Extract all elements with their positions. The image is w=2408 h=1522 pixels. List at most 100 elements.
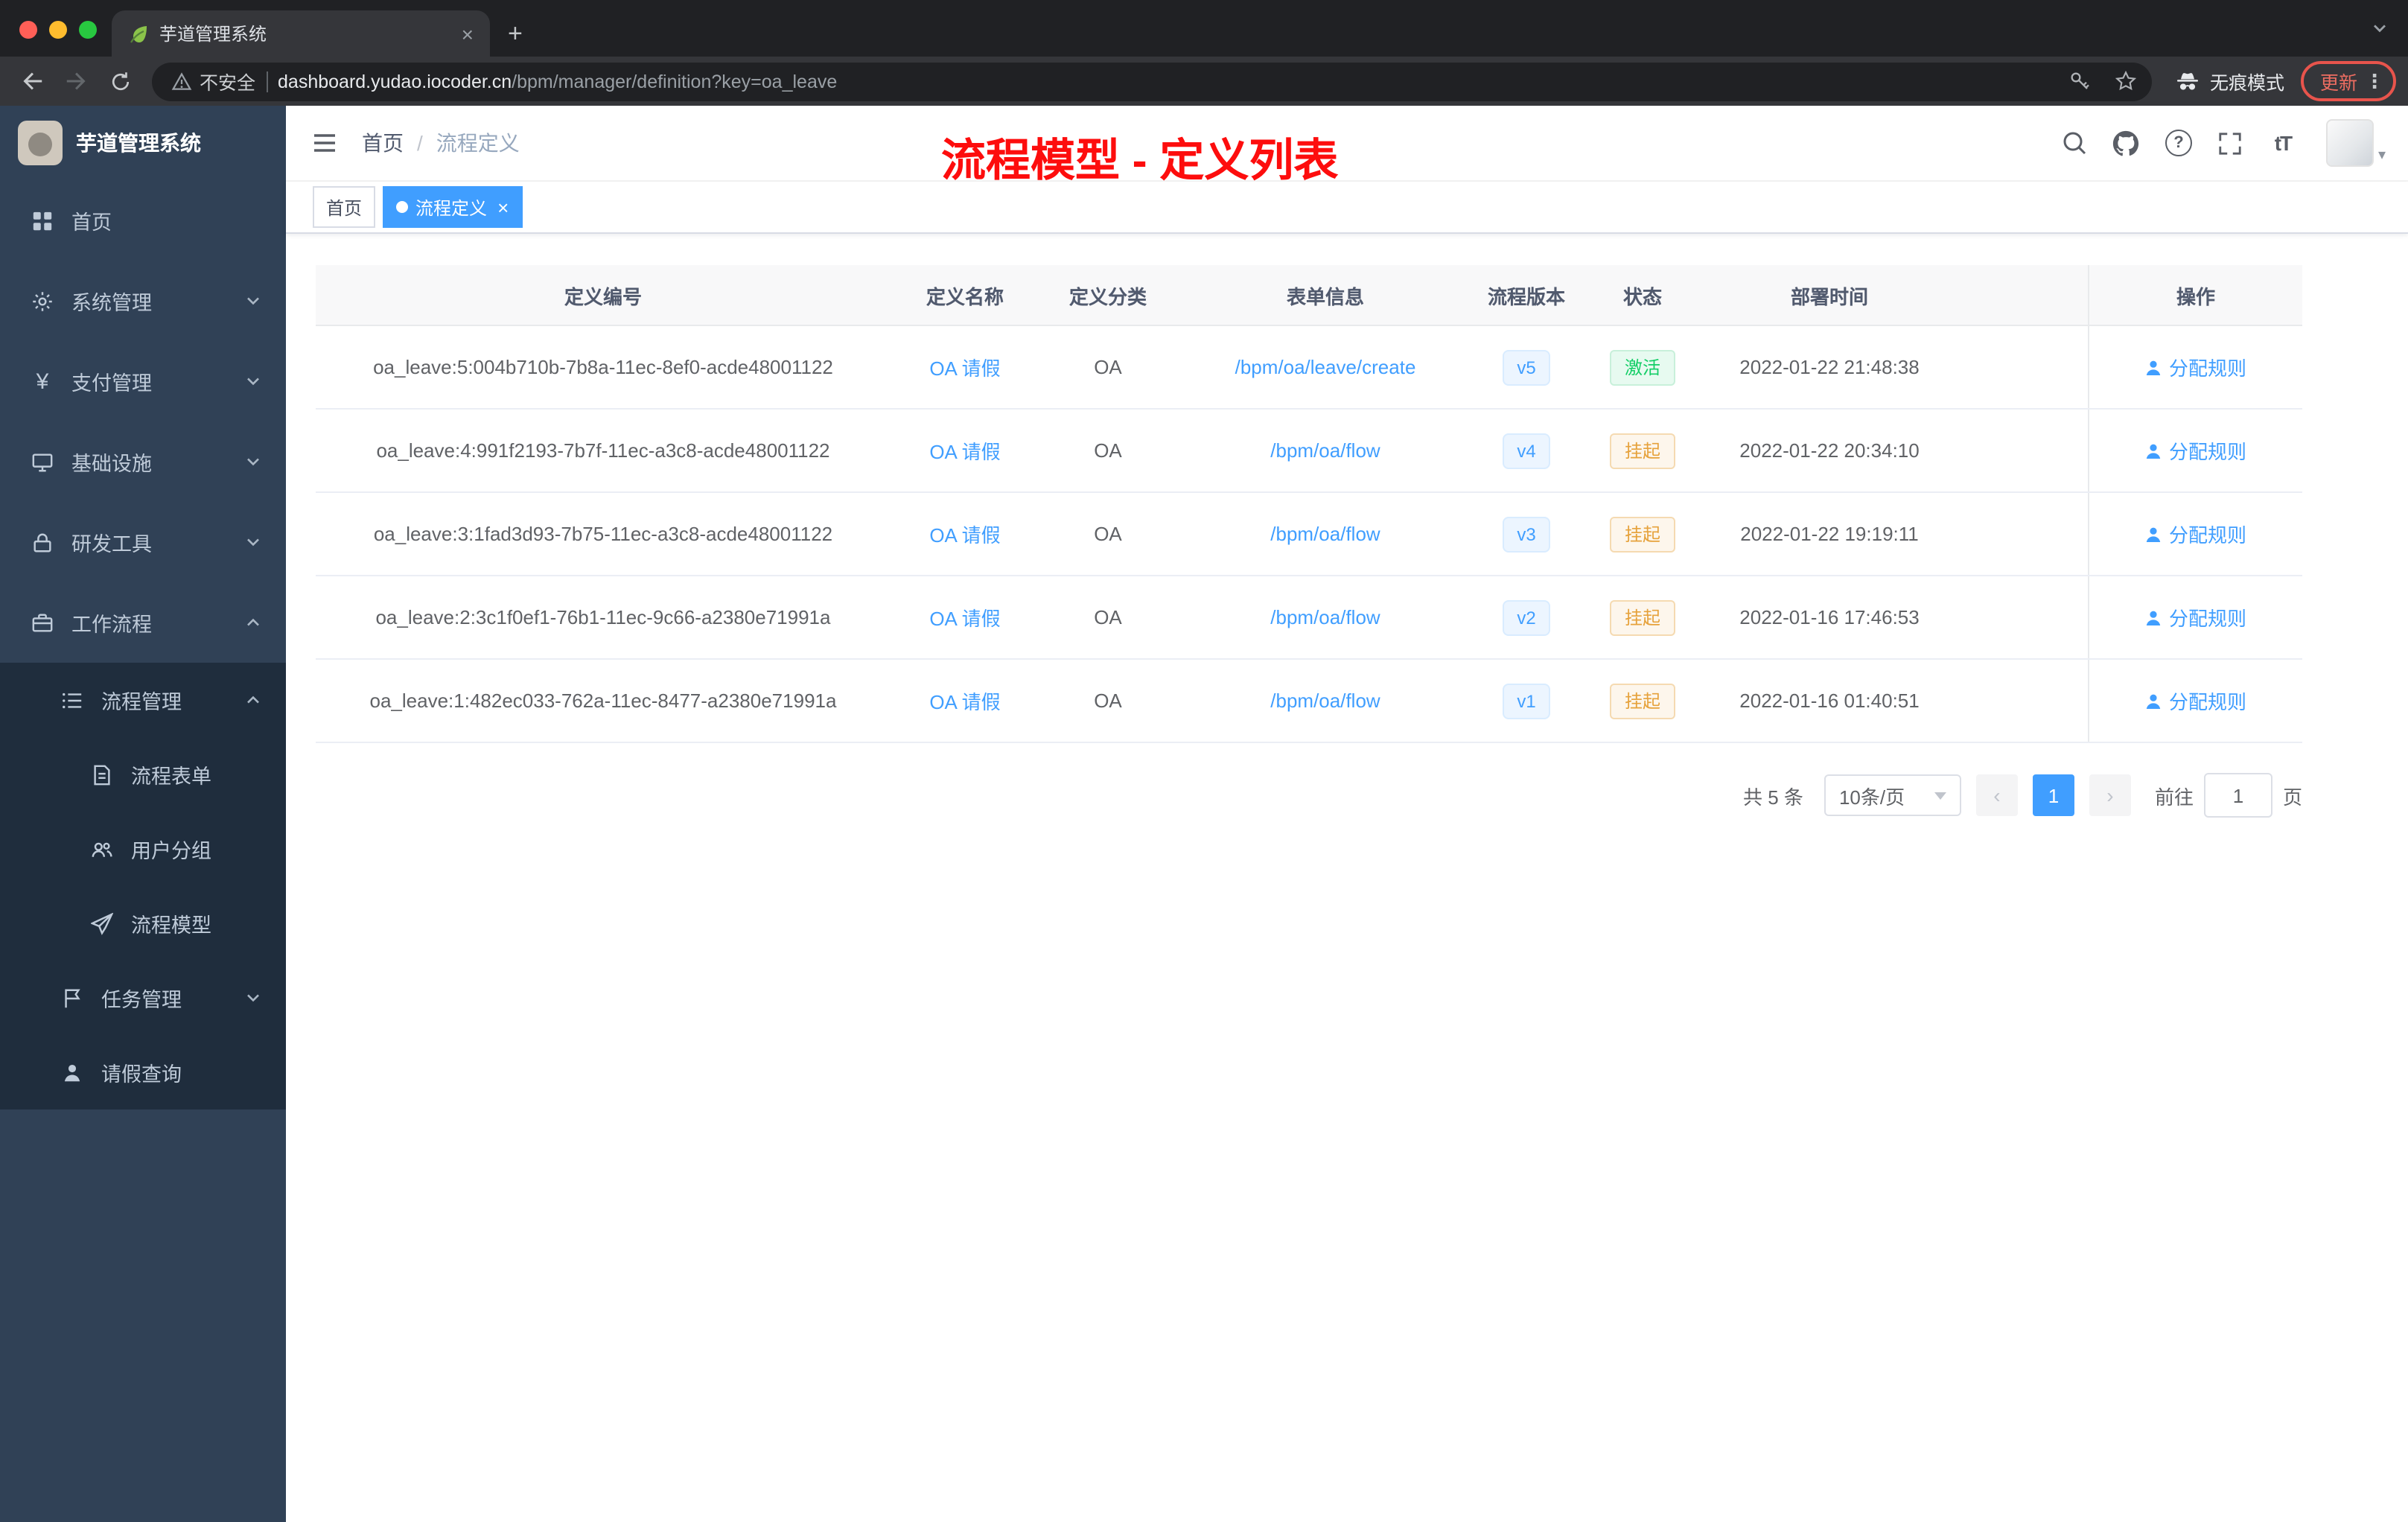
tab-close-icon[interactable]: ×	[457, 22, 478, 45]
column-spacer	[1952, 265, 2088, 325]
github-icon[interactable]	[2112, 128, 2141, 158]
search-icon[interactable]	[2060, 128, 2089, 158]
back-button[interactable]	[12, 62, 51, 101]
sidebar-item-label: 请假查询	[101, 1063, 182, 1086]
sidebar-item-payment[interactable]: ¥ 支付管理	[0, 341, 286, 421]
column-header: 流程版本	[1487, 285, 1565, 308]
assign-rule-link[interactable]: 分配规则	[2145, 603, 2246, 631]
sidebar-item-user-group[interactable]: 用户分组	[0, 812, 286, 886]
address-bar[interactable]: 不安全 dashboard.yudao.iocoder.cn/bpm/manag…	[152, 62, 2152, 101]
assign-rule-label: 分配规则	[2168, 357, 2246, 380]
sidebar-item-task-management[interactable]: 任务管理	[0, 961, 286, 1035]
reload-button[interactable]	[101, 62, 140, 101]
cell-definition-name: OA 请假	[891, 326, 1039, 408]
window-close-button[interactable]	[19, 21, 37, 39]
prev-page-button[interactable]: ‹	[1975, 774, 2018, 816]
chevron-down-icon	[244, 453, 262, 471]
monitor-icon	[30, 449, 55, 474]
next-page-button[interactable]: ›	[2089, 774, 2131, 816]
sidebar-item-process-management[interactable]: 流程管理	[0, 663, 286, 737]
form-link[interactable]: /bpm/oa/flow	[1270, 690, 1380, 712]
assign-rule-link[interactable]: 分配规则	[2145, 353, 2246, 381]
table-header: 定义编号 定义名称 定义分类 表单信息 流程版本 状态 部署时间 操作	[316, 265, 2302, 326]
browser-tab[interactable]: 芋道管理系统 ×	[112, 10, 490, 57]
sidebar-item-process-form[interactable]: 流程表单	[0, 737, 286, 812]
document-icon	[89, 762, 115, 787]
definition-name-link[interactable]: OA 请假	[929, 687, 1000, 715]
sidebar-item-home[interactable]: 首页	[0, 180, 286, 261]
definition-name-link[interactable]: OA 请假	[929, 603, 1000, 631]
assign-rule-label: 分配规则	[2168, 691, 2246, 713]
assign-rule-link[interactable]: 分配规则	[2145, 436, 2246, 465]
security-warning[interactable]: 不安全	[171, 67, 255, 95]
user-avatar[interactable]	[2325, 119, 2374, 167]
sidebar-item-process-model[interactable]: 流程模型	[0, 886, 286, 961]
browser-menu-icon[interactable]: ⋮	[2365, 69, 2384, 93]
breadcrumb-home[interactable]: 首页	[362, 128, 404, 158]
window-minimize-button[interactable]	[49, 21, 67, 39]
url-text[interactable]: dashboard.yudao.iocoder.cn/bpm/manager/d…	[278, 71, 2052, 92]
sidebar-item-devtools[interactable]: 研发工具	[0, 502, 286, 582]
cell-status: 挂起	[1579, 660, 1707, 742]
column-header: 状态	[1622, 285, 1662, 308]
sidebar-item-leave-query[interactable]: 请假查询	[0, 1035, 286, 1109]
cell-definition-id: oa_leave:5:004b710b-7b8a-11ec-8ef0-acde4…	[373, 356, 833, 378]
cell-status: 挂起	[1579, 576, 1707, 658]
tag-close-icon[interactable]: ×	[497, 197, 509, 217]
tab-search-chevron-icon[interactable]	[2371, 19, 2389, 37]
caret-down-icon: ▾	[2377, 147, 2386, 164]
tag-home[interactable]: 首页	[313, 186, 376, 228]
toolbox-icon	[30, 529, 55, 555]
table-row: oa_leave:4:991f2193-7b7f-11ec-a3c8-acde4…	[316, 410, 2302, 493]
user-menu[interactable]: ▾	[2325, 119, 2386, 167]
forward-button[interactable]	[57, 62, 95, 101]
window-zoom-button[interactable]	[79, 21, 97, 39]
help-icon[interactable]: ?	[2164, 128, 2194, 158]
definition-name-link[interactable]: OA 请假	[929, 353, 1000, 381]
definition-name-link[interactable]: OA 请假	[929, 520, 1000, 548]
sidebar-toggle-icon[interactable]	[308, 127, 341, 159]
security-label: 不安全	[200, 73, 256, 94]
form-link[interactable]: /bpm/oa/leave/create	[1235, 356, 1416, 378]
cell-form-info: /bpm/oa/flow	[1176, 660, 1474, 742]
cell-deploy-time: 2022-01-22 20:34:10	[1739, 439, 1920, 462]
cell-form-info: /bpm/oa/flow	[1176, 410, 1474, 491]
breadcrumb-separator: /	[417, 131, 423, 155]
sidebar-item-label: 支付管理	[71, 372, 152, 395]
password-key-icon[interactable]	[2063, 63, 2098, 99]
cell-form-info: /bpm/oa/flow	[1176, 493, 1474, 575]
bookmark-star-icon[interactable]	[2109, 63, 2144, 99]
update-button[interactable]: 更新 ⋮	[2300, 61, 2396, 101]
sidebar-item-system[interactable]: 系统管理	[0, 261, 286, 341]
assign-rule-link[interactable]: 分配规则	[2145, 687, 2246, 715]
page-size-select[interactable]: 10条/页	[1823, 774, 1961, 816]
column-header: 部署时间	[1790, 285, 1868, 308]
breadcrumb-current: 流程定义	[436, 131, 520, 155]
definition-name-link[interactable]: OA 请假	[929, 436, 1000, 465]
sidebar-item-label: 流程管理	[101, 691, 182, 713]
page-1-button[interactable]: 1	[2032, 774, 2074, 816]
warning-triangle-icon	[171, 71, 192, 92]
fullscreen-icon[interactable]	[2216, 128, 2246, 158]
status-badge: 挂起	[1609, 599, 1675, 635]
assign-rule-link[interactable]: 分配规则	[2145, 520, 2246, 548]
users-icon	[89, 836, 115, 862]
flag-icon	[60, 985, 85, 1010]
chevron-down-icon	[244, 533, 262, 551]
sidebar-item-label: 任务管理	[101, 989, 182, 1011]
goto-page-input[interactable]	[2203, 773, 2272, 818]
new-tab-button[interactable]: +	[508, 21, 523, 46]
tag-process-definition[interactable]: 流程定义 ×	[383, 186, 523, 228]
cell-deploy-time: 2022-01-16 17:46:53	[1739, 606, 1920, 628]
form-link[interactable]: /bpm/oa/flow	[1270, 606, 1380, 628]
sidebar-item-workflow[interactable]: 工作流程	[0, 582, 286, 663]
cell-definition-id: oa_leave:1:482ec033-762a-11ec-8477-a2380…	[369, 690, 837, 712]
sidebar-item-label: 流程表单	[131, 765, 211, 788]
chevron-down-icon	[244, 989, 262, 1007]
form-link[interactable]: /bpm/oa/flow	[1270, 523, 1380, 545]
font-size-icon[interactable]: tT	[2268, 128, 2298, 158]
sidebar-item-label: 工作流程	[71, 614, 152, 636]
form-link[interactable]: /bpm/oa/flow	[1270, 439, 1380, 462]
cell-category: OA	[1094, 606, 1122, 628]
sidebar-item-infra[interactable]: 基础设施	[0, 421, 286, 502]
